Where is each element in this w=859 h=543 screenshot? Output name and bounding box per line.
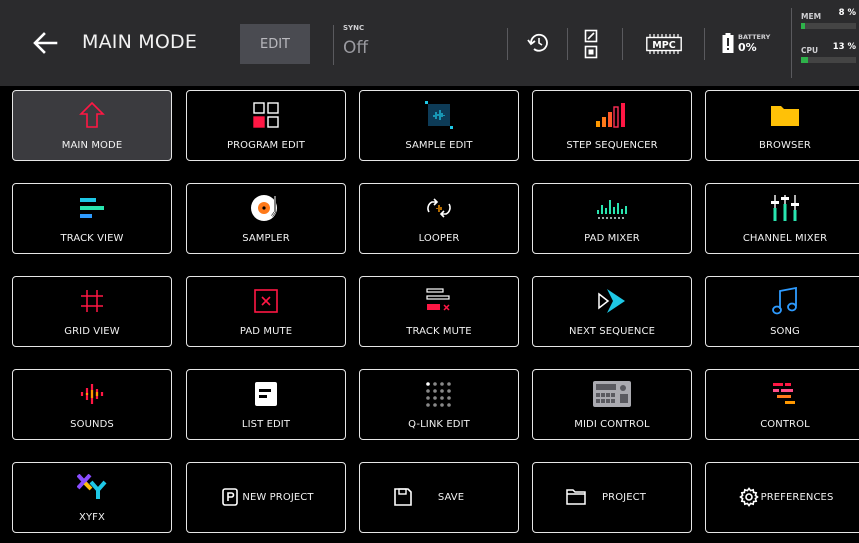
tile-midi-control[interactable]: MIDI CONTROL [532, 369, 692, 440]
loop-arrows-icon [360, 195, 518, 221]
faders-icon [706, 195, 859, 221]
tile-grid-view[interactable]: GRID VIEW [12, 276, 172, 347]
divider [333, 25, 334, 65]
tile-label: NEW PROJECT [242, 492, 314, 503]
tile-label: TRACK MUTE [406, 326, 472, 337]
tile-preferences[interactable]: PREFERENCES [705, 462, 859, 533]
house-outline-icon [13, 101, 171, 128]
mem-value: 8 % [838, 8, 856, 18]
tile-label: BROWSER [759, 140, 811, 151]
tile-q-link-edit[interactable]: Q-LINK EDIT [359, 369, 519, 440]
tile-step-sequencer[interactable]: STEP SEQUENCER [532, 90, 692, 161]
tile-label: GRID VIEW [64, 326, 120, 337]
tile-sample-edit[interactable]: SAMPLE EDIT [359, 90, 519, 161]
control-bars-icon [706, 381, 859, 407]
undo-history-icon[interactable] [527, 32, 551, 58]
divider [622, 28, 623, 60]
mpc-logo-icon[interactable]: MPC [646, 33, 682, 59]
tile-xyfx[interactable]: XYFX [12, 462, 172, 533]
step-bars-icon [533, 102, 691, 128]
tile-label: TRACK VIEW [60, 233, 124, 244]
svg-text:MPC: MPC [652, 40, 675, 51]
mode-toggle-icon[interactable] [584, 29, 598, 63]
tile-main-mode[interactable]: MAIN MODE [12, 90, 172, 161]
cpu-value: 13 % [832, 42, 856, 52]
program-grid-icon [187, 102, 345, 128]
xy-icon [13, 474, 171, 500]
page-title: MAIN MODE [82, 31, 198, 53]
tile-track-view[interactable]: TRACK VIEW [12, 183, 172, 254]
battery-label: BATTERY [738, 33, 771, 41]
tile-label: SAVE [437, 492, 465, 503]
tile-program-edit[interactable]: PROGRAM EDIT [186, 90, 346, 161]
tile-looper[interactable]: LOOPER [359, 183, 519, 254]
cpu-bar [801, 57, 856, 63]
divider [507, 28, 508, 60]
tile-label: PAD MUTE [239, 326, 293, 337]
tile-label: NEXT SEQUENCE [568, 326, 656, 337]
divider [791, 8, 792, 78]
tile-label: PROGRAM EDIT [226, 140, 306, 151]
sounds-icon [13, 381, 171, 407]
pad-mute-icon [187, 288, 345, 314]
tile-label: SOUNDS [70, 419, 114, 430]
tile-label: MAIN MODE [61, 140, 123, 151]
tile-label: PROJECT [602, 492, 646, 503]
tile-channel-mixer[interactable]: CHANNEL MIXER [705, 183, 859, 254]
tile-label: SAMPLE EDIT [405, 140, 473, 151]
tile-sampler[interactable]: SAMPLER [186, 183, 346, 254]
mem-bar [801, 23, 856, 29]
tile-control[interactable]: CONTROL [705, 369, 859, 440]
tile-label: Q-LINK EDIT [408, 419, 470, 430]
tile-label: LOOPER [418, 233, 460, 244]
tile-list-edit[interactable]: LIST EDIT [186, 369, 346, 440]
tile-project[interactable]: PROJECT [532, 462, 692, 533]
top-bar: MAIN MODE EDIT SYNC Off MPC BATTERY 0% M… [0, 0, 859, 86]
tile-new-project[interactable]: NEW PROJECT [186, 462, 346, 533]
tile-label: CONTROL [760, 419, 810, 430]
next-sequence-icon [533, 288, 691, 314]
vinyl-icon [187, 195, 345, 221]
sync-value[interactable]: Off [343, 38, 368, 58]
sample-wave-icon [360, 101, 518, 129]
divider [567, 28, 568, 60]
tile-label: LIST EDIT [241, 419, 291, 430]
tile-label: STEP SEQUENCER [566, 140, 658, 151]
tile-label: XYFX [79, 512, 105, 523]
tile-label: CHANNEL MIXER [742, 233, 828, 244]
list-doc-icon [187, 381, 345, 407]
tile-sounds[interactable]: SOUNDS [12, 369, 172, 440]
tile-pad-mute[interactable]: PAD MUTE [186, 276, 346, 347]
music-note-icon [706, 287, 859, 315]
battery-value: 0% [738, 41, 757, 54]
battery-icon [722, 33, 734, 57]
tile-browser[interactable]: BROWSER [705, 90, 859, 161]
track-lines-icon [13, 195, 171, 221]
track-mute-icon [360, 288, 518, 314]
tile-next-sequence[interactable]: NEXT SEQUENCE [532, 276, 692, 347]
hash-grid-icon [13, 288, 171, 314]
sync-label: SYNC [343, 24, 365, 32]
tile-pad-mixer[interactable]: PAD MIXER [532, 183, 692, 254]
tile-save[interactable]: SAVE [359, 462, 519, 533]
tile-label: SONG [770, 326, 800, 337]
folder-icon [706, 102, 859, 128]
divider [704, 28, 705, 60]
tile-label: MIDI CONTROL [574, 419, 650, 430]
tile-track-mute[interactable]: TRACK MUTE [359, 276, 519, 347]
back-arrow-icon[interactable] [30, 28, 60, 58]
edit-button[interactable]: EDIT [240, 24, 310, 64]
tile-label: SAMPLER [242, 233, 290, 244]
pad-mixer-icon [533, 195, 691, 221]
midi-device-icon [533, 381, 691, 407]
tile-song[interactable]: SONG [705, 276, 859, 347]
tile-label: PREFERENCES [760, 492, 834, 503]
tile-label: PAD MIXER [584, 233, 640, 244]
dot-matrix-icon [360, 381, 518, 407]
